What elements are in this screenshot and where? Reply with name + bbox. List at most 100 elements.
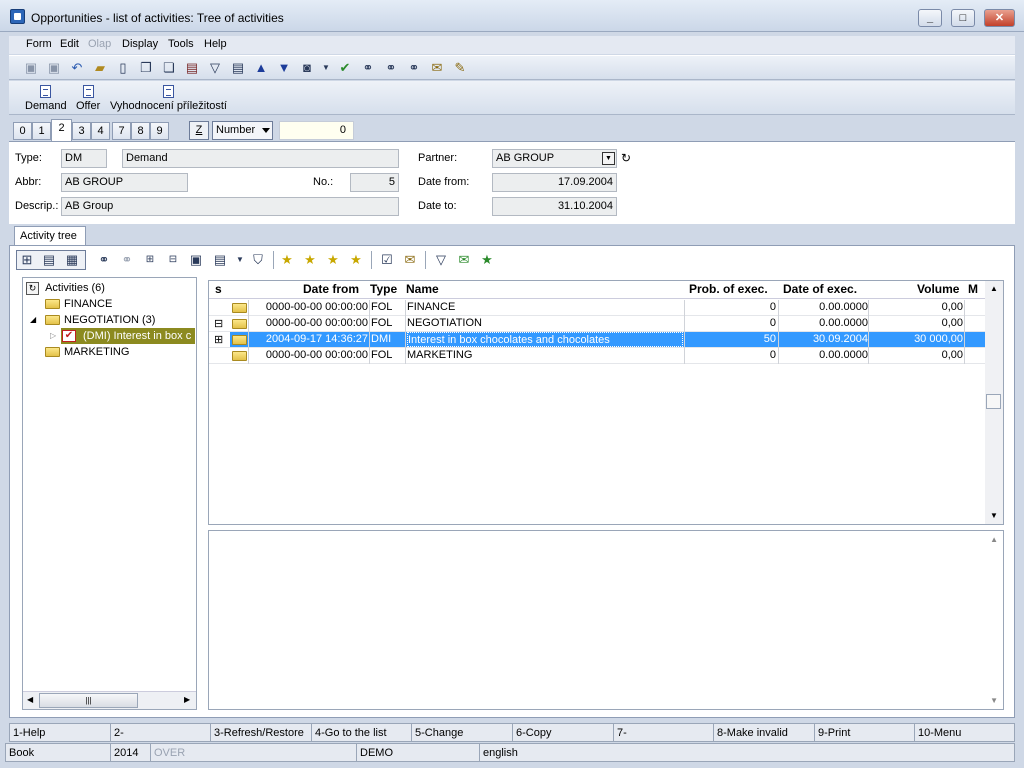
collapse-icon[interactable]: ⊟ [165,252,181,268]
abbr-field[interactable]: AB GROUP [61,173,188,192]
tree-item-negotiation[interactable]: ◢ NEGOTIATION (3) [30,313,155,327]
scroll-right-icon[interactable]: ▶ [184,695,190,704]
partner-dropdown-icon[interactable]: ▼ [602,152,615,165]
scroll-down-icon[interactable]: ▼ [990,696,998,705]
mail-icon[interactable]: ✉ [429,60,445,76]
fkey-8[interactable]: 8-Make invalid [713,723,815,742]
edit-icon[interactable]: ✎ [452,60,468,76]
minimize-button[interactable]: _ [918,9,942,27]
no-field[interactable]: 5 [350,173,399,192]
partner-field[interactable]: AB GROUP [492,149,617,168]
filter-star-icon[interactable]: ★ [479,252,495,268]
tree-item-finance[interactable]: FINANCE [33,297,112,311]
fkey-1[interactable]: 1-Help [9,723,111,742]
demand-button[interactable]: Demand [25,85,67,112]
binoculars-prev-icon[interactable]: ⚭ [406,60,422,76]
maximize-button[interactable]: □ [951,9,975,27]
menu-edit[interactable]: Edit [60,38,79,50]
sort-select[interactable]: Number [212,121,273,140]
z-button[interactable]: Z [189,121,209,140]
expand-row-icon[interactable]: ⊞ [214,333,223,347]
tree-horizontal-scrollbar[interactable]: ◀ ||| ▶ [23,691,196,709]
scroll-up-icon[interactable]: ▲ [990,535,998,544]
col-m[interactable]: M [968,282,978,298]
fkey-3[interactable]: 3-Refresh/Restore [210,723,312,742]
star-edit-icon[interactable]: ★ [325,252,341,268]
scroll-thumb[interactable]: ||| [39,693,138,708]
fkey-4[interactable]: 4-Go to the list [311,723,412,742]
tab-9[interactable]: 9 [150,122,169,140]
offer-button[interactable]: Offer [76,85,100,112]
arrow-check-icon[interactable]: ✔ [337,60,353,76]
filter-mail-icon[interactable]: ✉ [456,252,472,268]
chevron-down-icon[interactable]: ▼ [318,60,334,76]
tab-3[interactable]: 3 [72,122,91,140]
close-button[interactable]: ✕ [984,9,1015,27]
fkey-9[interactable]: 9-Print [814,723,915,742]
mail-icon[interactable]: ✉ [402,252,418,268]
tree-item-dmi[interactable]: ▷ ✔ (DMI) Interest in box c [50,329,195,343]
fkey-2[interactable]: 2- [110,723,211,742]
undo-icon[interactable]: ↶ [69,60,85,76]
binoculars-icon[interactable]: ⚭ [96,252,112,268]
tab-2[interactable]: 2 [51,119,72,141]
col-type[interactable]: Type [370,282,397,298]
refresh-icon[interactable]: ↻ [621,151,631,165]
tree-item-marketing[interactable]: MARKETING [33,345,129,359]
list-options-icon[interactable]: ▤ [212,252,228,268]
detail-view-icon[interactable]: ▦ [64,252,80,268]
scroll-thumb[interactable] [986,394,1001,409]
filter-icon[interactable]: ▽ [207,60,223,76]
col-volume[interactable]: Volume [917,282,959,298]
binoculars-icon[interactable]: ⚭ [360,60,376,76]
type-code-field[interactable]: DM [61,149,107,168]
paste-icon[interactable]: ❏ [161,60,177,76]
chevron-down-icon[interactable]: ▼ [232,252,248,268]
arrow-up-icon[interactable]: ▲ [253,60,269,76]
col-prob[interactable]: Prob. of exec. [689,282,768,298]
menu-display[interactable]: Display [122,38,158,50]
menu-help[interactable]: Help [204,38,227,50]
grid-vertical-scrollbar[interactable]: ▲ ▼ [985,281,1003,524]
descr-field[interactable]: AB Group [61,197,399,216]
tab-7[interactable]: 7 [112,122,131,140]
col-name[interactable]: Name [406,282,439,298]
filter-icon[interactable]: ▽ [433,252,449,268]
date-to-field[interactable]: 31.10.2004 [492,197,617,216]
tab-8[interactable]: 8 [131,122,150,140]
list-view-icon[interactable]: ▤ [41,252,57,268]
refresh-doc-icon[interactable]: ▣ [188,252,204,268]
binoculars-next-icon[interactable]: ⚭ [119,252,135,268]
tree-view-icon[interactable]: ⊞ [19,252,35,268]
expand-icon[interactable]: ⊞ [142,252,158,268]
tree-root[interactable]: ↻ Activities (6) [26,281,105,295]
number-input[interactable]: 0 [279,121,354,140]
arrow-down-icon[interactable]: ▼ [276,60,292,76]
col-date-exec[interactable]: Date of exec. [783,282,857,298]
open-folder-icon[interactable]: ▰ [92,60,108,76]
book-icon[interactable]: ▤ [184,60,200,76]
star-icon[interactable]: ★ [279,252,295,268]
fkey-6[interactable]: 6-Copy [512,723,614,742]
star-move-icon[interactable]: ★ [348,252,364,268]
shield-icon[interactable]: ⛉ [250,252,266,268]
col-date-from[interactable]: Date from [303,282,359,298]
new-doc-icon[interactable]: ▯ [115,60,131,76]
binoculars-next-icon[interactable]: ⚭ [383,60,399,76]
evaluation-button[interactable]: Vyhodnocení příležitostí [110,85,227,112]
checklist-icon[interactable]: ☑ [379,252,395,268]
col-s[interactable]: s [215,282,222,298]
collapse-row-icon[interactable]: ⊟ [214,317,223,331]
tab-1[interactable]: 1 [32,122,51,140]
tab-0[interactable]: 0 [13,122,32,140]
filter-doc-icon[interactable]: ▤ [230,60,246,76]
type-name-field[interactable]: Demand [122,149,399,168]
menu-form[interactable]: Form [26,38,52,50]
tab-4[interactable]: 4 [91,122,110,140]
scroll-left-icon[interactable]: ◀ [27,695,33,704]
copy-icon[interactable]: ❐ [138,60,154,76]
fkey-5[interactable]: 5-Change [411,723,513,742]
save-as-icon[interactable]: ▣ [46,60,62,76]
fkey-7[interactable]: 7- [613,723,714,742]
save-icon[interactable]: ▣ [23,60,39,76]
